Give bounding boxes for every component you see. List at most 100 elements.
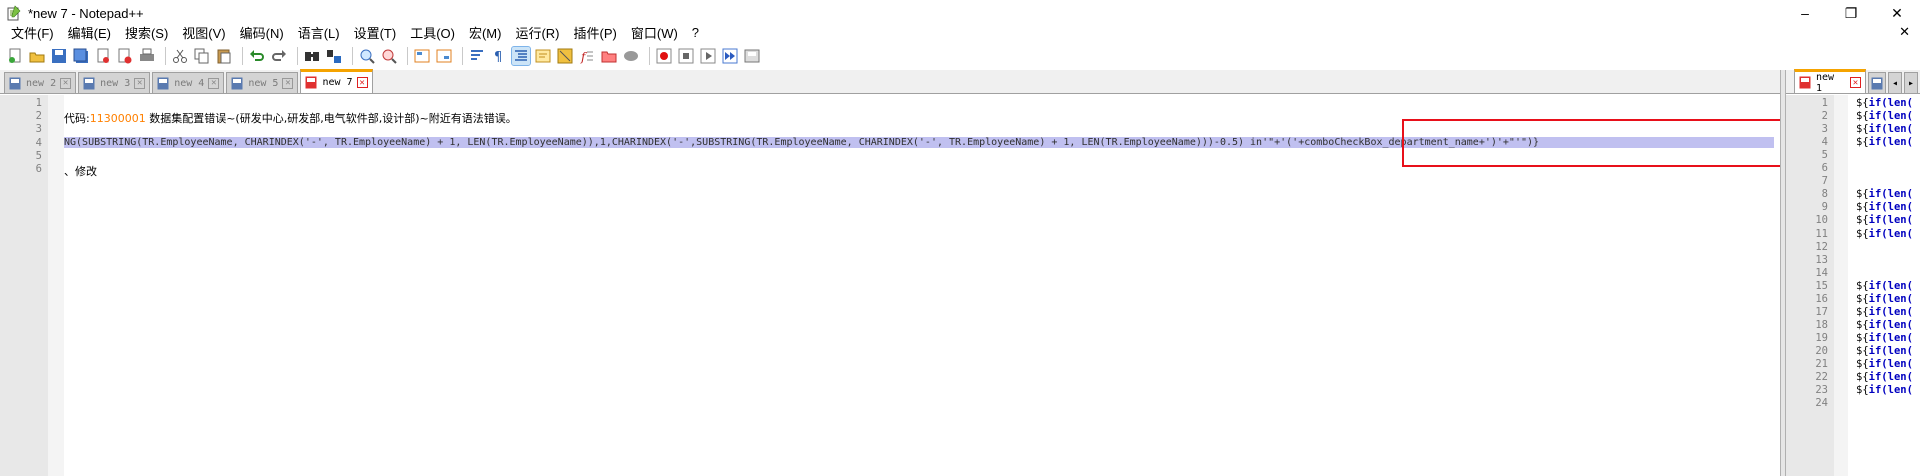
code-text: ${ (1856, 110, 1869, 123)
right-editor[interactable]: 1 2 3 4 5 6 7 8 9 10 11 12 13 14 15 16 17 18 19 20 21 22 23 24 … (1786, 95, 1920, 476)
monitoring-icon[interactable] (622, 47, 640, 65)
code-line: ${if(len( (1856, 319, 1913, 331)
code-keyword: if(len( (1868, 201, 1913, 214)
line-number: 12 (1815, 240, 1828, 253)
udl-icon[interactable] (534, 47, 552, 65)
indent-guide-icon[interactable] (511, 46, 531, 66)
show-all-chars-icon[interactable]: ¶ (490, 47, 508, 65)
save-macro-icon[interactable] (743, 47, 761, 65)
code-text: ${ (1856, 371, 1869, 384)
line-number: 1 (35, 97, 42, 109)
menu-run[interactable]: 运行(R) (508, 23, 566, 42)
menu-tools[interactable]: 工具(O) (403, 23, 462, 42)
notepad-plus-plus-icon (6, 5, 22, 21)
document-icon (9, 77, 21, 90)
undo-icon[interactable] (248, 47, 266, 65)
menu-plugins[interactable]: 插件(P) (567, 23, 624, 42)
line-number: 19 (1815, 331, 1828, 344)
stop-macro-icon[interactable] (677, 47, 695, 65)
close-icon[interactable] (94, 47, 112, 65)
tab-new-3[interactable]: new 3 ✕ (78, 72, 151, 93)
left-editor[interactable]: 1 2 3 4 5 6 代码:11300001 数据集配置错误~(研发中心,研发… (0, 95, 1782, 476)
tab-scroll-right[interactable]: ▸ (1903, 72, 1918, 93)
record-macro-icon[interactable] (655, 47, 673, 65)
toolbar: ¶ f (0, 43, 1920, 69)
sync-vertical-icon[interactable] (413, 47, 431, 65)
tab-label: new 4 (174, 77, 205, 89)
code-text: ${ (1856, 292, 1869, 305)
menu-search[interactable]: 搜索(S) (118, 23, 175, 42)
menu-encoding[interactable]: 编码(N) (233, 23, 291, 42)
save-all-icon[interactable] (72, 47, 90, 65)
close-document-button[interactable]: ✕ (1899, 24, 1910, 40)
sync-horizontal-icon[interactable] (435, 47, 453, 65)
code-line: ${if(len( (1856, 97, 1913, 109)
code-line: ${if(len( (1856, 201, 1913, 213)
code-keyword: if(len( (1868, 331, 1913, 344)
folder-workspace-icon[interactable] (600, 47, 618, 65)
tab-new-4[interactable]: new 4 ✕ (152, 72, 225, 93)
tab-scroll-left[interactable]: ◂ (1887, 72, 1902, 93)
code-text: ${ (1856, 201, 1869, 214)
tab-close-icon[interactable]: ✕ (208, 77, 220, 89)
play-macro-icon[interactable] (699, 47, 717, 65)
code-keyword: if(len( (1868, 384, 1913, 397)
tab-close-icon[interactable]: ✕ (356, 77, 368, 88)
redo-icon[interactable] (270, 47, 288, 65)
print-icon[interactable] (138, 47, 156, 65)
menu-edit[interactable]: 编辑(E) (61, 23, 118, 42)
code-text: ${ (1856, 305, 1869, 318)
function-list-icon[interactable]: f (578, 47, 596, 65)
code-line: ${if(len( (1856, 293, 1913, 305)
menu-language[interactable]: 语言(L) (291, 23, 347, 42)
menu-macro[interactable]: 宏(M) (462, 23, 509, 42)
code-keyword: if(len( (1868, 214, 1913, 227)
tab-new-7[interactable]: new 7 ✕ (300, 69, 373, 93)
paste-icon[interactable] (215, 47, 233, 65)
menu-view[interactable]: 视图(V) (175, 23, 232, 42)
find-icon[interactable] (303, 47, 321, 65)
code-text: 代码: (64, 112, 90, 125)
run-macro-multiple-icon[interactable] (721, 47, 739, 65)
word-wrap-icon[interactable] (468, 47, 486, 65)
menu-settings[interactable]: 设置(T) (347, 23, 404, 42)
code-text: ${ (1856, 331, 1869, 344)
code-line: ${if(len( (1856, 110, 1913, 122)
save-icon[interactable] (50, 47, 68, 65)
tab-new-5[interactable]: new 5 ✕ (226, 72, 299, 93)
document-icon (1871, 77, 1883, 90)
tab-hidden[interactable] (1867, 72, 1886, 93)
doc-map-icon[interactable] (556, 47, 574, 65)
code-line: ${if(len( (1856, 228, 1913, 240)
tab-close-icon[interactable]: ✕ (1849, 77, 1861, 88)
code-line: ${if(len( (1856, 188, 1913, 200)
code-text: ${ (1856, 318, 1869, 331)
code-line: ${if(len( (1856, 371, 1913, 383)
code-line: ${if(len( (1856, 384, 1913, 396)
code-text: ${ (1856, 279, 1869, 292)
tab-label: new 3 (100, 77, 131, 89)
tab-close-icon[interactable]: ✕ (60, 77, 72, 89)
unsaved-document-icon (1799, 76, 1811, 89)
copy-icon[interactable] (193, 47, 211, 65)
code-line-6: 、修改 (64, 165, 97, 178)
code-text: ${ (1856, 188, 1869, 201)
document-icon (157, 77, 169, 90)
code-keyword: if(len( (1868, 136, 1913, 149)
tab-new-2[interactable]: new 2 ✕ (4, 72, 77, 93)
tab-close-icon[interactable]: ✕ (282, 77, 294, 89)
open-file-icon[interactable] (28, 47, 46, 65)
replace-icon[interactable] (325, 47, 343, 65)
close-all-icon[interactable] (116, 47, 134, 65)
tab-close-icon[interactable]: ✕ (134, 77, 146, 89)
zoom-out-icon[interactable] (380, 47, 398, 65)
cut-icon[interactable] (171, 47, 189, 65)
menu-window[interactable]: 窗口(W) (624, 23, 685, 42)
menu-help[interactable]: ? (685, 25, 706, 40)
code-keyword: if(len( (1868, 188, 1913, 201)
toolbar-separator (649, 47, 650, 65)
zoom-in-icon[interactable] (358, 47, 376, 65)
menu-file[interactable]: 文件(F) (4, 23, 61, 42)
new-file-icon[interactable] (6, 47, 24, 65)
tab-new-1[interactable]: new 1 ✕ (1794, 69, 1866, 94)
